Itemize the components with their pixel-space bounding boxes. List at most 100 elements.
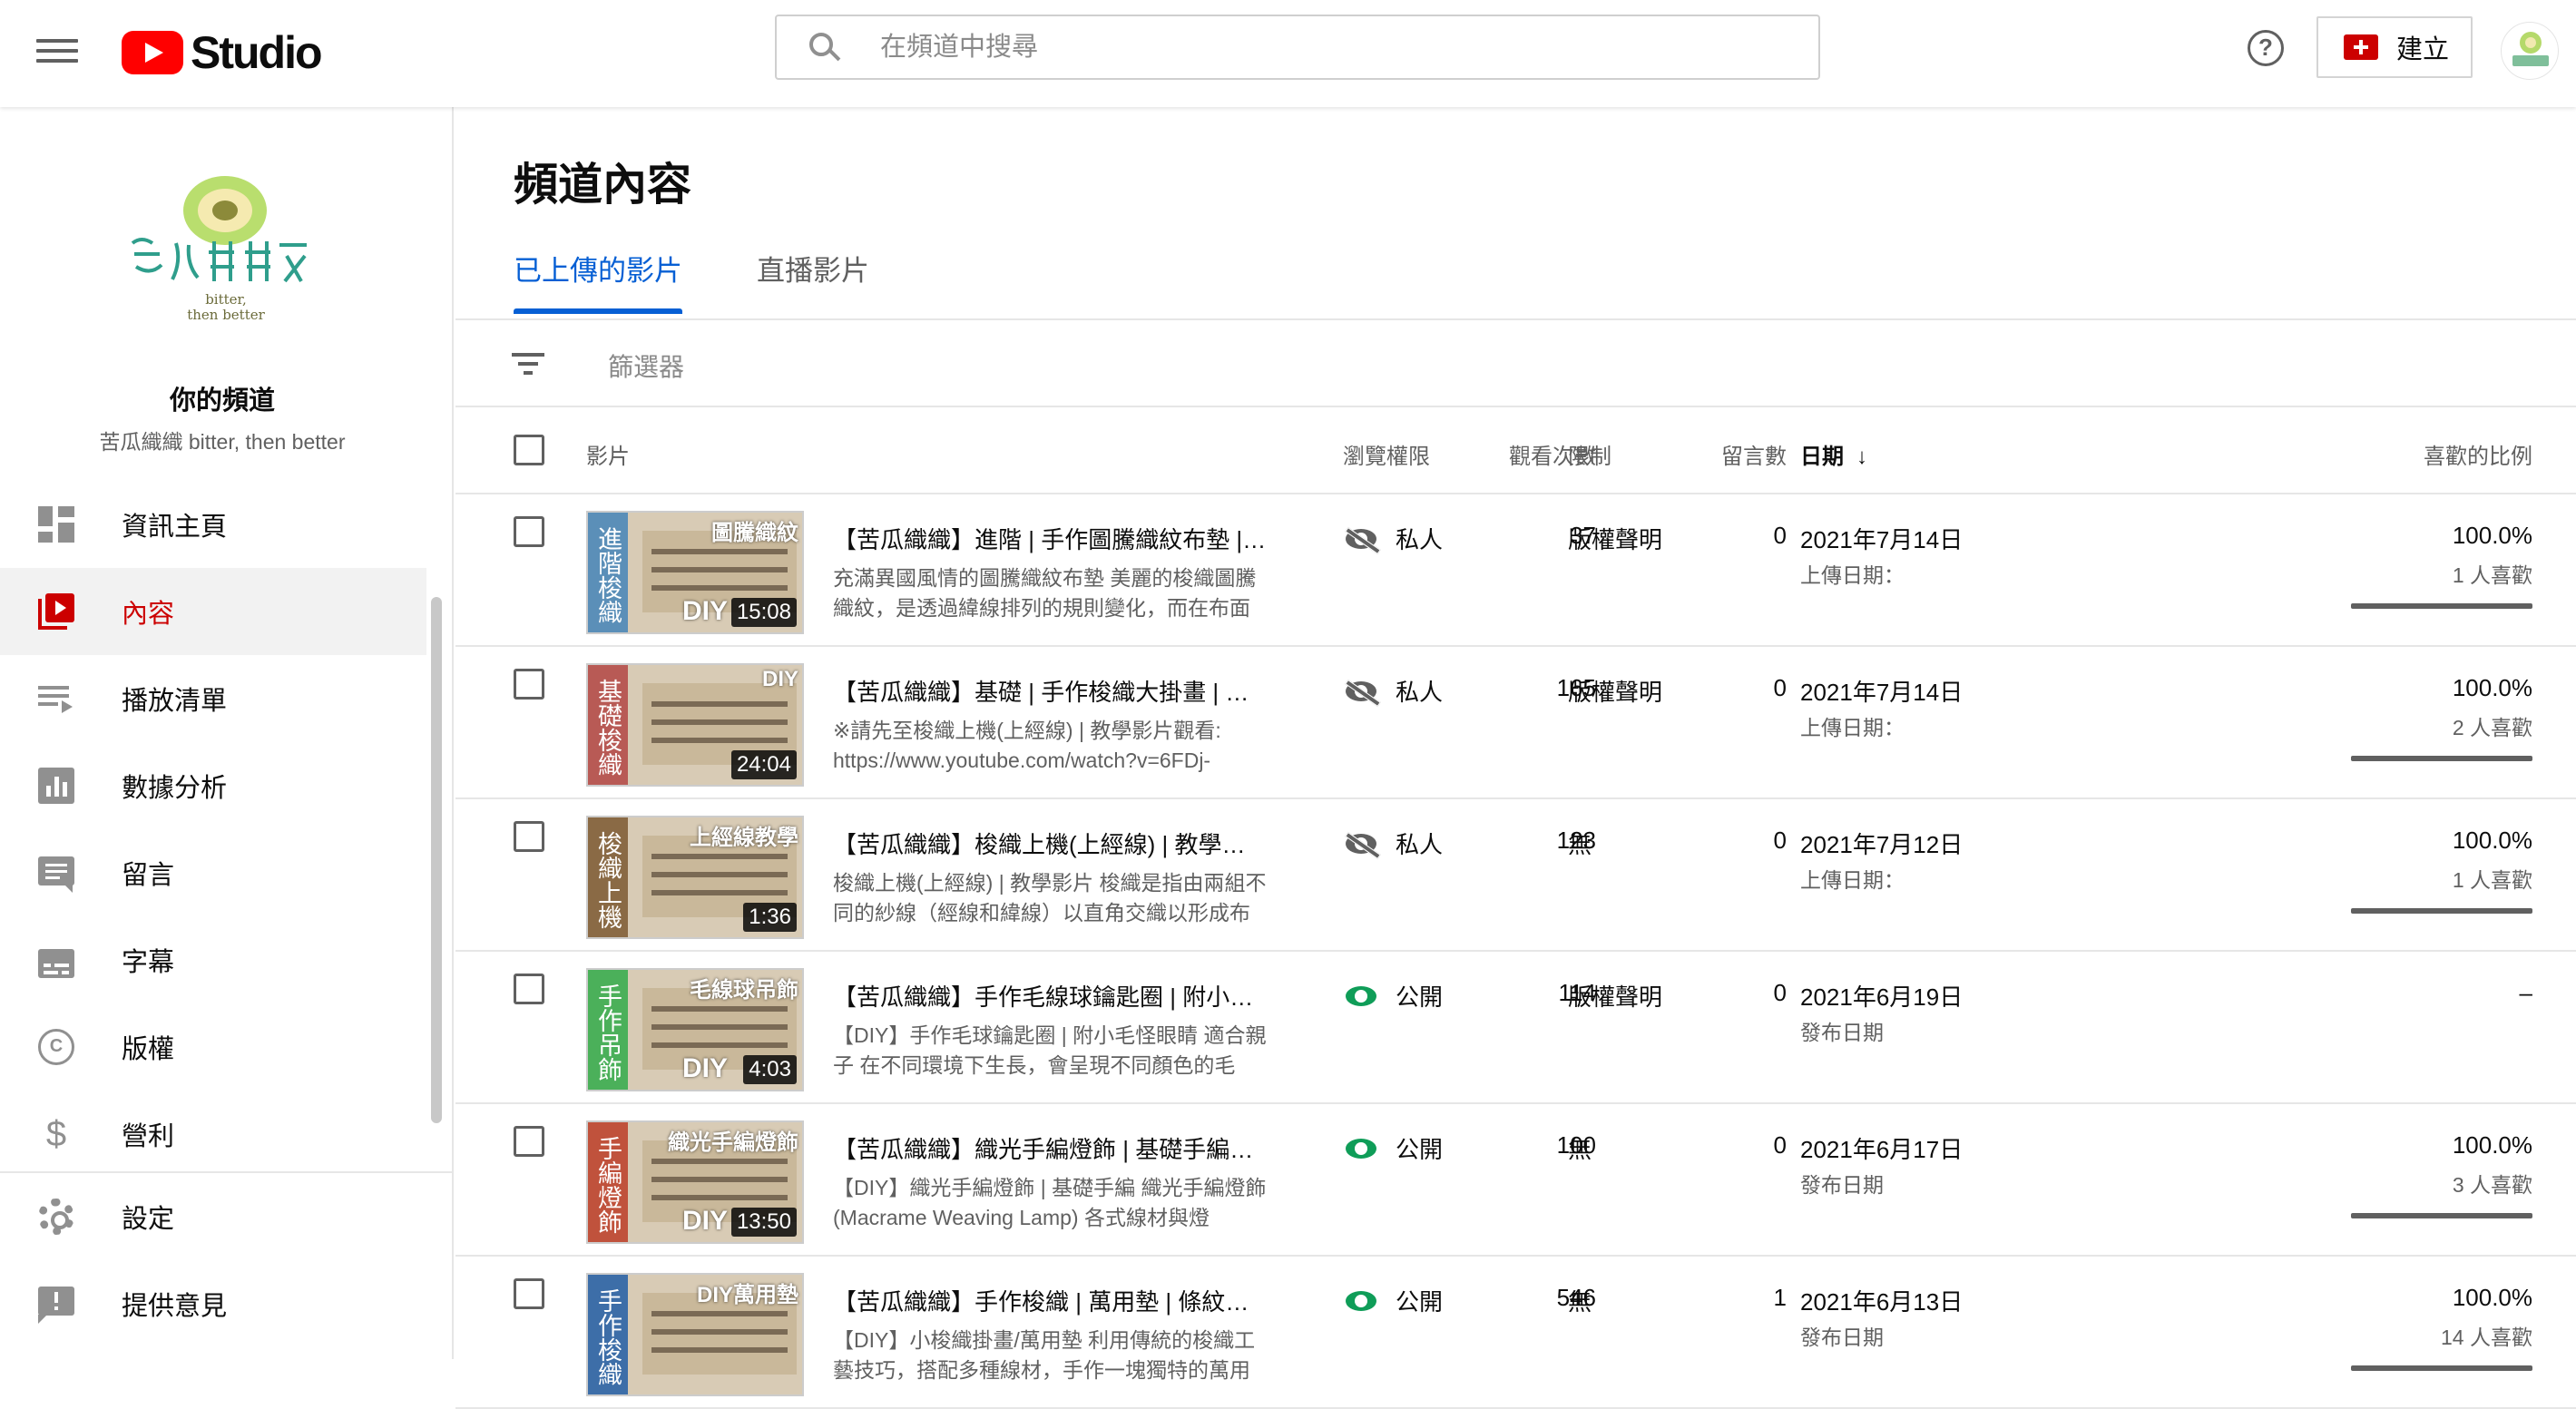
video-title[interactable]: 【苦瓜織織】手作梭織 | 萬用墊 | 條紋織紋: [833, 1284, 1268, 1317]
like-percentage: 100.0%: [2452, 1131, 2532, 1159]
video-thumbnail[interactable]: 手作吊飾 毛線球吊飾 DIY 4:03: [586, 968, 804, 1091]
tab-uploads[interactable]: 已上傳的影片: [514, 249, 682, 314]
sidebar-item-comments[interactable]: 留言: [0, 829, 426, 916]
views-cell: 165: [1556, 674, 1596, 701]
sidebar-item-playlists[interactable]: 播放清單: [0, 655, 426, 742]
sidebar-item-analytics[interactable]: 數據分析: [0, 742, 426, 829]
visibility-cell[interactable]: 公開: [1345, 979, 1443, 1013]
hamburger-menu-icon[interactable]: [36, 33, 78, 74]
row-checkbox[interactable]: [514, 974, 544, 1004]
row-checkbox[interactable]: [514, 1278, 544, 1309]
search-box[interactable]: [775, 15, 1820, 80]
create-button[interactable]: 建立: [2316, 16, 2473, 78]
visibility-label: 私人: [1396, 831, 1444, 858]
page-title: 頻道內容: [514, 161, 692, 210]
table-row[interactable]: 手作吊飾 毛線球吊飾 DIY 4:03 【苦瓜織織】手作毛線球鑰匙圈 | 附小毛…: [455, 952, 2576, 1104]
thumbnail-diy-text: DIY: [682, 1206, 729, 1236]
date-type-label: 發布日期: [1800, 1326, 1884, 1349]
sidebar-item-feedback[interactable]: 提供意見: [0, 1260, 452, 1347]
video-thumbnail[interactable]: 基礎梭織 DIY 24:04: [586, 663, 804, 787]
row-checkbox[interactable]: [514, 1126, 544, 1157]
date-cell: 2021年6月13日: [1800, 1288, 1964, 1316]
video-title[interactable]: 【苦瓜織織】梭織上機(上經線) | 教學影片: [833, 827, 1268, 860]
video-thumbnail[interactable]: 手作梭織 DIY萬用墊: [586, 1273, 804, 1396]
video-title[interactable]: 【苦瓜織織】基礎 | 手作梭織大掛畫 | 教學影片: [833, 674, 1268, 708]
thumbnail-title-text: 織光手編燈飾: [668, 1130, 798, 1155]
thumbnail-vertical-label: 梭織上機: [588, 817, 628, 937]
sidebar-item-subtitles[interactable]: 字幕: [0, 916, 426, 1003]
eye-icon: [1345, 1138, 1379, 1159]
search-icon[interactable]: [809, 33, 841, 64]
video-description: 充滿異國風情的圖騰織紋布墊 美麗的梭織圖騰織紋，是透過緯線排列的規則變化，而在布…: [833, 566, 1257, 620]
create-video-icon: [2344, 34, 2378, 60]
video-thumbnail[interactable]: 手編燈飾 織光手編燈飾 DIY 13:50: [586, 1120, 804, 1244]
youtube-studio-logo[interactable]: Studio: [122, 24, 323, 82]
column-comments[interactable]: 留言數: [1721, 438, 1787, 470]
account-avatar[interactable]: [2501, 22, 2559, 80]
views-cell: 37: [1570, 522, 1596, 549]
table-header: 影片 瀏覽權限 限制 日期 ↓ 觀看次數 留言數 喜歡的比例: [455, 407, 2576, 494]
sidebar-item-label: 版權: [122, 1035, 175, 1064]
like-percentage: 100.0%: [2452, 827, 2532, 854]
dashboard-icon: [38, 506, 74, 543]
top-bar: Studio ? 建立: [0, 0, 2576, 107]
table-row[interactable]: 進階梭織 圖騰織紋 DIY 15:08 【苦瓜織織】進階 | 手作圖騰織紋布墊 …: [455, 494, 2576, 647]
comments-cell: 0: [1773, 827, 1787, 854]
table-row[interactable]: 手編燈飾 織光手編燈飾 DIY 13:50 【苦瓜織織】織光手編燈飾 | 基礎手…: [455, 1104, 2576, 1257]
sidebar-item-settings[interactable]: 設定: [0, 1173, 452, 1260]
row-checkbox[interactable]: [514, 821, 544, 852]
sidebar-item-copyright[interactable]: C 版權: [0, 1003, 426, 1091]
row-checkbox[interactable]: [514, 516, 544, 547]
select-all-checkbox[interactable]: [514, 435, 544, 465]
monetization-icon: $: [45, 1114, 67, 1154]
date-type-label: 上傳日期：: [1800, 563, 1905, 587]
search-input[interactable]: [878, 27, 1786, 67]
main-content: 頻道內容 已上傳的影片 直播影片 篩選器 影片 瀏覽權限 限制 日期 ↓ 觀看次數…: [455, 107, 2576, 1409]
table-row[interactable]: 梭織上機 上經線教學 1:36 【苦瓜織織】梭織上機(上經線) | 教學影片 梭…: [455, 799, 2576, 952]
row-checkbox[interactable]: [514, 669, 544, 700]
sidebar-scrollbar[interactable]: [431, 597, 442, 1123]
table-row[interactable]: 手作梭織 DIY萬用墊 【苦瓜織織】手作梭織 | 萬用墊 | 條紋織紋 【DIY…: [455, 1257, 2576, 1409]
svg-text:bitter,: bitter,: [205, 291, 247, 308]
video-thumbnail[interactable]: 進階梭織 圖騰織紋 DIY 15:08: [586, 511, 804, 634]
column-likes[interactable]: 喜歡的比例: [2424, 438, 2532, 470]
thumbnail-title-text: 上經線教學: [690, 826, 798, 850]
visibility-label: 私人: [1396, 679, 1444, 706]
thumbnail-vertical-label: 手編燈飾: [588, 1122, 628, 1242]
create-label: 建立: [2396, 35, 2450, 64]
column-views[interactable]: 觀看次數: [1509, 438, 1596, 470]
visibility-cell[interactable]: 公開: [1345, 1131, 1443, 1165]
sort-down-icon: ↓: [1856, 445, 1867, 469]
sidebar-item-dashboard[interactable]: 資訊主頁: [0, 481, 426, 568]
video-title[interactable]: 【苦瓜織織】織光手編燈飾 | 基礎手編體驗: [833, 1131, 1268, 1165]
tab-live[interactable]: 直播影片: [757, 249, 869, 314]
thumbnail-title-text: DIY: [761, 667, 798, 691]
like-percentage: 100.0%: [2452, 674, 2532, 701]
filter-input[interactable]: 篩選器: [608, 347, 684, 384]
help-icon[interactable]: ?: [2248, 30, 2284, 66]
sidebar-item-monetization[interactable]: $ 營利: [0, 1091, 426, 1178]
table-row[interactable]: 基礎梭織 DIY 24:04 【苦瓜織織】基礎 | 手作梭織大掛畫 | 教學影片…: [455, 647, 2576, 799]
svg-text:then better: then better: [187, 307, 265, 323]
content-tabs: 已上傳的影片 直播影片: [514, 249, 944, 314]
date-type-label: 上傳日期：: [1800, 868, 1905, 892]
video-title[interactable]: 【苦瓜織織】進階 | 手作圖騰織紋布墊 | 美麗的梭織圖騰織紋: [833, 522, 1268, 555]
your-channel-label: 你的頻道: [169, 386, 275, 416]
views-cell: 114: [1558, 979, 1596, 1006]
visibility-cell[interactable]: 私人: [1345, 827, 1443, 860]
sidebar-item-content[interactable]: 內容: [0, 568, 426, 655]
video-title[interactable]: 【苦瓜織織】手作毛線球鑰匙圈 | 附小毛怪眼睛: [833, 979, 1268, 1013]
visibility-cell[interactable]: 私人: [1345, 674, 1443, 708]
column-date[interactable]: 日期 ↓: [1800, 438, 1867, 470]
filter-icon[interactable]: [512, 351, 544, 377]
date-cell: 2021年6月17日: [1800, 1136, 1964, 1163]
visibility-cell[interactable]: 私人: [1345, 522, 1443, 555]
video-thumbnail[interactable]: 梭織上機 上經線教學 1:36: [586, 816, 804, 939]
thumbnail-vertical-label: 手作梭織: [588, 1275, 628, 1394]
date-cell: 2021年6月19日: [1800, 983, 1964, 1011]
thumbnail-title-text: DIY萬用墊: [696, 1283, 798, 1307]
visibility-cell[interactable]: 公開: [1345, 1284, 1443, 1317]
channel-logo[interactable]: bitter, then better: [123, 172, 328, 328]
sidebar-bottom-nav: 設定 提供意見: [0, 1171, 452, 1347]
like-count: 1 人喜歡: [2452, 563, 2532, 587]
